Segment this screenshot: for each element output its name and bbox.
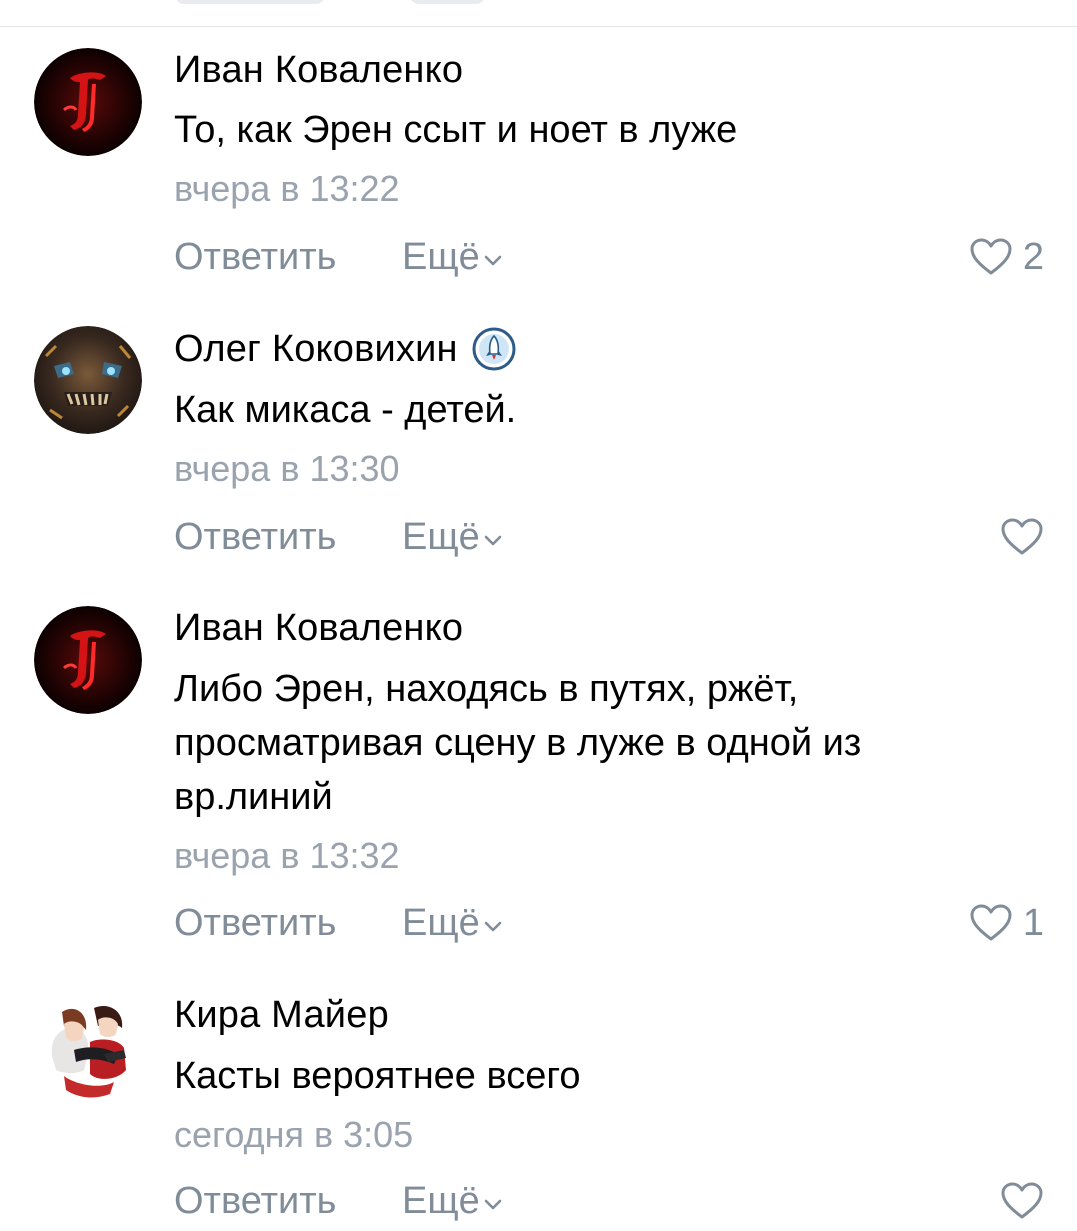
avatar[interactable] (34, 326, 142, 434)
heart-icon (970, 904, 1012, 941)
comment-actions: Ответить Ещё (174, 1176, 1044, 1226)
more-button[interactable]: Ещё (402, 232, 504, 282)
heart-icon (1001, 518, 1043, 555)
comment-time: вчера в 13:30 (174, 448, 400, 489)
more-button[interactable]: Ещё (402, 512, 504, 562)
more-button[interactable]: Ещё (402, 1176, 504, 1226)
chevron-down-icon (484, 921, 502, 932)
author-name[interactable]: Олег Коковихин (174, 325, 458, 373)
comment-author[interactable]: Олег Коковихин (174, 325, 516, 373)
comment-author[interactable]: Иван Коваленко (174, 604, 463, 652)
author-name[interactable]: Иван Коваленко (174, 604, 463, 652)
more-label: Ещё (402, 1180, 480, 1222)
more-button[interactable]: Ещё (402, 898, 504, 948)
avatar[interactable] (34, 48, 142, 156)
reply-button[interactable]: Ответить (174, 898, 336, 948)
like-button[interactable] (1000, 512, 1044, 562)
more-label: Ещё (402, 516, 480, 558)
rocket-badge-icon (472, 327, 516, 371)
like-count: 1 (1022, 901, 1044, 944)
comment-time: вчера в 13:32 (174, 835, 400, 876)
more-label: Ещё (402, 236, 480, 278)
comment-text: Либо Эрен, находясь в путях, ржёт, просм… (174, 668, 862, 818)
comment-actions: Ответить Ещё 2 (174, 232, 1044, 282)
red-ornate-letter-logo-icon (34, 606, 142, 714)
chevron-down-icon (484, 255, 502, 266)
titan-face-artwork-icon (34, 326, 142, 434)
heart-icon (970, 238, 1012, 275)
anime-couple-artwork-icon (34, 994, 142, 1102)
avatar[interactable] (34, 606, 142, 714)
comment-author[interactable]: Иван Коваленко (174, 46, 463, 94)
heart-icon (1001, 1182, 1043, 1219)
author-name[interactable]: Иван Коваленко (174, 46, 463, 94)
previous-control (175, 0, 325, 4)
reply-button[interactable]: Ответить (174, 512, 336, 562)
like-button[interactable] (1000, 1176, 1044, 1226)
like-count: 2 (1022, 235, 1044, 278)
comment-time: сегодня в 3:05 (174, 1114, 414, 1155)
reply-button[interactable]: Ответить (174, 232, 336, 282)
comment-text: Как микаса - детей. (174, 389, 517, 431)
avatar[interactable] (34, 994, 142, 1102)
red-ornate-letter-logo-icon (34, 48, 142, 156)
comment-text: Касты вероятнее всего (174, 1055, 581, 1097)
comment-actions: Ответить Ещё 1 (174, 898, 1044, 948)
author-name[interactable]: Кира Майер (174, 991, 389, 1039)
like-button[interactable]: 1 (969, 898, 1044, 948)
comment-text: То, как Эрен ссыт и ноет в луже (174, 109, 738, 151)
comment-actions: Ответить Ещё (174, 512, 1044, 562)
chevron-down-icon (484, 1199, 502, 1210)
divider (0, 26, 1077, 27)
previous-control (410, 0, 485, 4)
previous-content-edge (0, 0, 1077, 28)
comment-author[interactable]: Кира Майер (174, 991, 389, 1039)
chevron-down-icon (484, 535, 502, 546)
like-button[interactable]: 2 (969, 232, 1044, 282)
reply-button[interactable]: Ответить (174, 1176, 336, 1226)
comment-time: вчера в 13:22 (174, 168, 400, 209)
more-label: Ещё (402, 902, 480, 944)
